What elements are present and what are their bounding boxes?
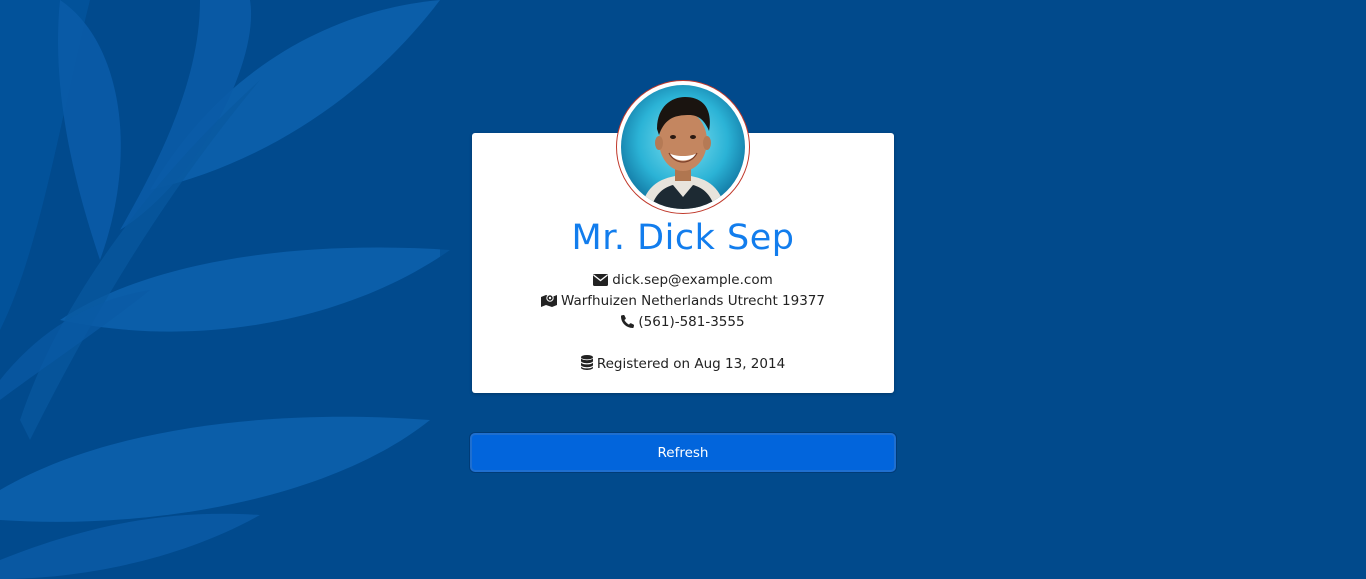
profile-name: Mr. Dick Sep <box>571 218 795 258</box>
email-text: dick.sep@example.com <box>612 272 773 288</box>
registered-text: Registered on Aug 13, 2014 <box>596 356 786 372</box>
phone-icon <box>621 314 635 334</box>
address-text: Warfhuizen Netherlands Utrecht 19377 <box>561 293 825 309</box>
registered-line: Registered on Aug 13, 2014 <box>472 354 894 376</box>
database-icon <box>580 355 593 376</box>
phone-text: (561)-581-3555 <box>638 314 745 330</box>
email-line: dick.sep@example.com <box>472 270 894 292</box>
avatar <box>616 80 750 214</box>
envelope-icon <box>593 272 609 292</box>
map-marked-icon <box>541 293 557 313</box>
profile-photo <box>621 85 745 209</box>
address-line: Warfhuizen Netherlands Utrecht 19377 <box>472 291 894 313</box>
refresh-button[interactable]: Refresh <box>470 433 896 472</box>
phone-line: (561)-581-3555 <box>472 312 894 334</box>
